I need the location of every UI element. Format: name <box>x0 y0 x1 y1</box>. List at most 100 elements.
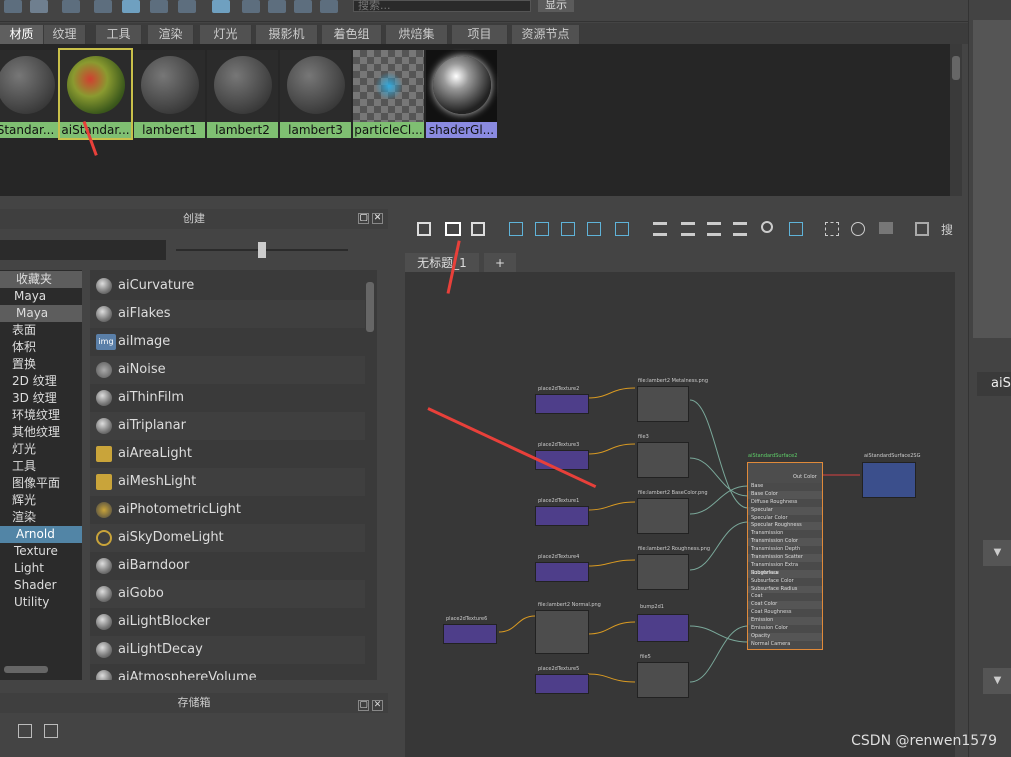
input-output-connections-icon[interactable] <box>445 222 461 236</box>
graph-tab-untitled[interactable]: 无标题_1 <box>405 253 479 273</box>
toolbar-icon-11[interactable] <box>320 0 338 13</box>
search-field-label[interactable]: 搜 <box>941 220 961 240</box>
tree-item-surface[interactable]: 表面 <box>0 322 82 339</box>
snapshot-icon[interactable] <box>789 222 803 236</box>
tree-item-env-textures[interactable]: 环境纹理 <box>0 407 82 424</box>
shader-attribute[interactable]: Specular Color <box>748 514 822 523</box>
bin-add-icon[interactable] <box>44 724 58 738</box>
list-item[interactable]: aiNoise <box>90 356 365 384</box>
list-item[interactable]: aiGobo <box>90 580 365 608</box>
bin-icon[interactable] <box>18 724 32 738</box>
toolbar-icon-7[interactable] <box>178 0 196 13</box>
swatch-scrollbar[interactable] <box>950 44 962 196</box>
shader-attribute[interactable]: Diffuse Roughness <box>748 498 822 507</box>
tree-scrollbar[interactable] <box>4 666 48 673</box>
ai-standard-surface-node[interactable]: Out Color Base Base Color Diffuse Roughnes… <box>747 462 823 650</box>
tab-materials[interactable]: 材质 <box>0 25 44 44</box>
tree-item-arnold[interactable]: Arnold <box>0 526 82 543</box>
list-item[interactable]: aiFlakes <box>90 300 365 328</box>
file-node[interactable] <box>637 386 689 422</box>
shader-attribute[interactable]: Specular <box>748 506 822 515</box>
tree-item-utility[interactable]: Utility <box>0 594 82 611</box>
frame-selection-icon[interactable] <box>535 222 549 236</box>
toolbar-icon-6[interactable] <box>150 0 168 13</box>
shader-attribute[interactable]: Transmission Color <box>748 538 822 547</box>
swatch-lambert3[interactable]: lambert3 <box>280 50 351 138</box>
scrollbar-thumb[interactable] <box>952 56 960 80</box>
fit-icon[interactable] <box>915 222 929 236</box>
view-mode-3-icon[interactable] <box>707 222 721 236</box>
tree-item-texture[interactable]: Texture <box>0 543 82 560</box>
tree-item-volume[interactable]: 体积 <box>0 339 82 356</box>
swatch-shader-glow[interactable]: shaderGl... <box>426 50 497 138</box>
filter-input[interactable] <box>0 240 166 260</box>
file-node[interactable] <box>637 442 689 478</box>
list-item[interactable]: aiLightDecay <box>90 636 365 664</box>
tree-item-3d-textures[interactable]: 3D 纹理 <box>0 390 82 407</box>
zoom-slider-handle[interactable] <box>258 242 266 258</box>
swatch-lambert1[interactable]: lambert1 <box>134 50 205 138</box>
tree-item-glow[interactable]: 辉光 <box>0 492 82 509</box>
output-connections-icon[interactable] <box>471 222 485 236</box>
swatch-particle-cloud[interactable]: particleCl... <box>353 50 424 138</box>
frame-all-icon[interactable] <box>509 222 523 236</box>
list-item[interactable]: aiMeshLight <box>90 468 365 496</box>
tab-shading-groups[interactable]: 着色组 <box>322 25 382 44</box>
float-icon[interactable]: ▢ <box>358 700 369 711</box>
list-item[interactable]: aiTriplanar <box>90 412 365 440</box>
tab-bake-sets[interactable]: 烘焙集 <box>386 25 448 44</box>
place2d-node[interactable] <box>535 562 589 582</box>
tab-textures[interactable]: 纹理 <box>44 25 86 44</box>
node-list-scrollbar[interactable] <box>366 282 374 332</box>
collapse-arrow-icon[interactable]: ▼ <box>983 540 1011 566</box>
swatch-lambert2[interactable]: lambert2 <box>207 50 278 138</box>
grid-icon[interactable] <box>825 222 839 236</box>
shader-attribute[interactable]: Base Color <box>748 490 822 499</box>
view-mode-4-icon[interactable] <box>733 222 747 236</box>
toolbar-icon-5[interactable] <box>122 0 140 13</box>
layout-icon[interactable] <box>561 222 575 236</box>
toolbar-icon-4[interactable] <box>94 0 112 13</box>
shader-attribute[interactable]: Transmission Depth <box>748 546 822 555</box>
close-icon[interactable]: ✕ <box>372 700 383 711</box>
shader-attribute[interactable]: Transmission Extra Roughness <box>748 561 822 576</box>
list-item[interactable]: aiCurvature <box>90 272 365 300</box>
toolbar-icon-2[interactable] <box>30 0 48 13</box>
list-item[interactable]: img aiImage <box>90 328 365 356</box>
file-node[interactable] <box>637 554 689 590</box>
tab-asset-nodes[interactable]: 资源节点 <box>512 25 580 44</box>
collapse-arrow-icon[interactable]: ▼ <box>983 668 1011 694</box>
shader-attribute[interactable]: Emission <box>748 617 822 626</box>
shader-attribute[interactable]: Subsurface Color <box>748 577 822 586</box>
toolbar-icon-3[interactable] <box>62 0 80 13</box>
shader-attribute[interactable]: Specular Roughness <box>748 522 822 531</box>
node-graph-canvas[interactable]: place2dTexture2 place2dTexture3 place2dT… <box>405 272 955 757</box>
property-tab[interactable]: aiSt <box>977 372 1011 396</box>
tab-utilities[interactable]: 工具 <box>96 25 142 44</box>
tree-item-shader[interactable]: Shader <box>0 577 82 594</box>
shader-attribute[interactable]: Opacity <box>748 632 822 641</box>
toolbar-icon-8[interactable] <box>242 0 260 13</box>
show-button[interactable]: 显示 <box>538 0 574 12</box>
view-mode-1-icon[interactable] <box>653 222 667 236</box>
float-icon[interactable]: ▢ <box>358 213 369 224</box>
place2d-node[interactable] <box>535 506 589 526</box>
tab-projects[interactable]: 项目 <box>452 25 508 44</box>
shader-attribute[interactable]: Emission Color <box>748 625 822 633</box>
tab-lights[interactable]: 灯光 <box>200 25 252 44</box>
list-item[interactable]: aiAreaLight <box>90 440 365 468</box>
file-node[interactable] <box>637 498 689 534</box>
list-item[interactable]: aiBarndoor <box>90 552 365 580</box>
swatch-standard[interactable]: Standar... <box>0 50 61 138</box>
list-item[interactable]: aiSkyDomeLight <box>90 524 365 552</box>
camera-icon[interactable] <box>879 222 893 234</box>
shader-attribute[interactable]: Base <box>748 483 822 491</box>
tree-item-displacement[interactable]: 置换 <box>0 356 82 373</box>
tree-item-rendering[interactable]: 渲染 <box>0 509 82 526</box>
clear-graph-icon[interactable] <box>615 222 629 236</box>
place2d-node[interactable] <box>535 394 589 414</box>
bump-node[interactable] <box>637 614 689 642</box>
tab-cameras[interactable]: 摄影机 <box>256 25 318 44</box>
search-icon[interactable] <box>761 221 773 233</box>
close-icon[interactable]: ✕ <box>372 213 383 224</box>
